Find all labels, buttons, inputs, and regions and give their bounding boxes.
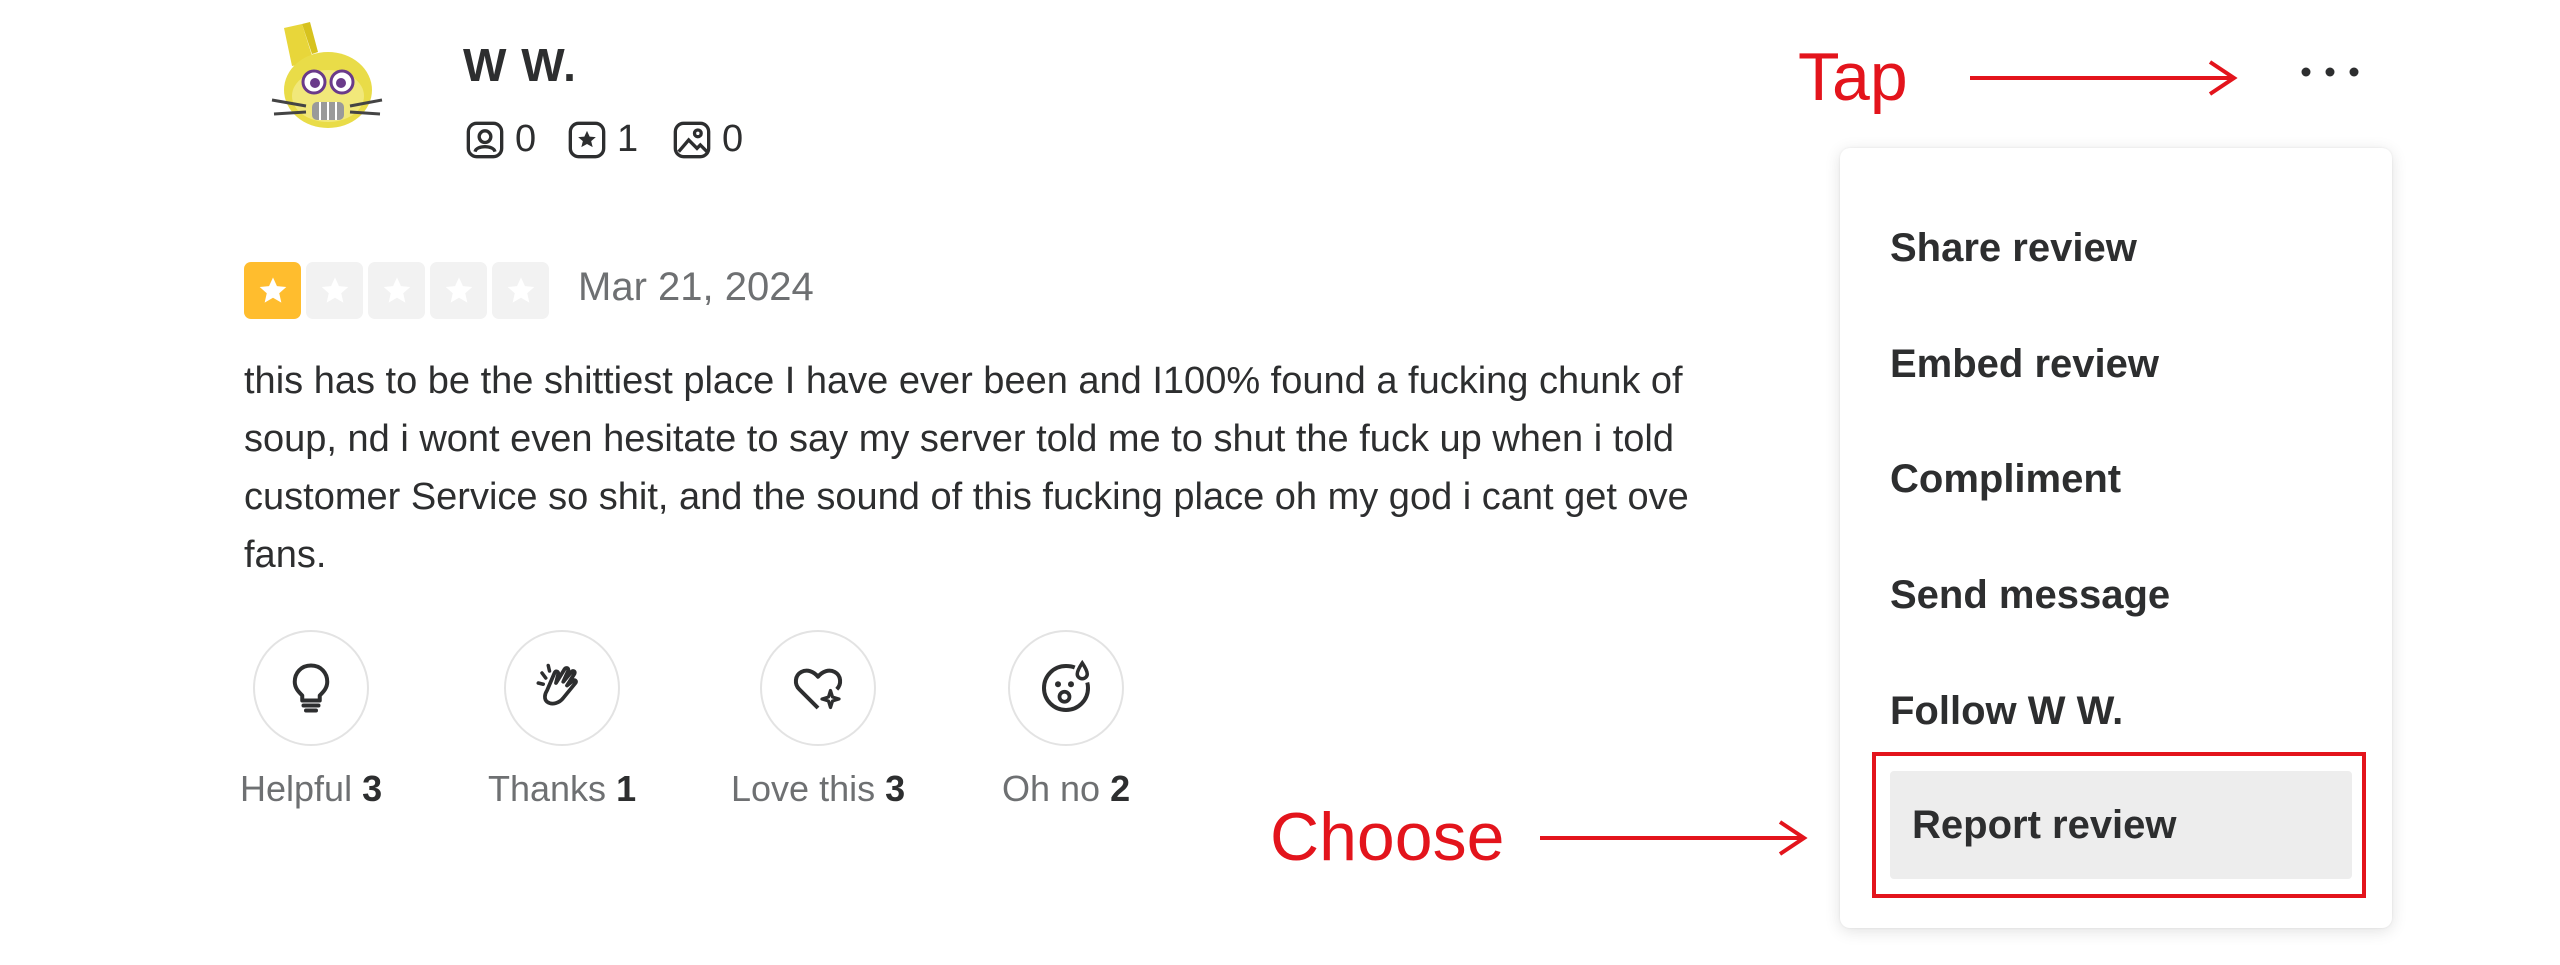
cartoon-avatar-icon: [271, 22, 383, 128]
photos-count: 0: [672, 118, 743, 161]
review-text-line: soup, nd i wont even hesitate to say my …: [244, 418, 1674, 460]
clapping-hands-icon: [536, 663, 578, 706]
reaction-helpful-count: 3: [362, 768, 383, 809]
reaction-oh-no-text: Oh no: [1002, 768, 1101, 809]
reaction-thanks-label: Thanks 1: [488, 768, 636, 810]
annotation-choose-label: Choose: [1270, 799, 1505, 875]
star-filled: [244, 262, 301, 319]
star-rating: [244, 262, 549, 319]
reaction-love-this-count: 3: [885, 768, 906, 809]
reaction-oh-no[interactable]: Oh no 2: [1002, 630, 1130, 810]
photos-count-value: 0: [722, 118, 744, 160]
reaction-love-this-text: Love this: [731, 768, 876, 809]
reaction-oh-no-button[interactable]: [1008, 630, 1125, 746]
star-icon: [259, 277, 286, 303]
annotation-choose-arrow-icon: [1540, 820, 1808, 856]
avatar[interactable]: [262, 22, 392, 152]
reaction-helpful[interactable]: Helpful 3: [240, 630, 382, 810]
star-empty: [492, 262, 549, 319]
reaction-helpful-button[interactable]: [253, 630, 370, 746]
review-date: Mar 21, 2024: [578, 265, 814, 309]
menu-item-embed-review[interactable]: Embed review: [1890, 342, 2159, 387]
star-empty: [306, 262, 363, 319]
reaction-thanks-button[interactable]: [504, 630, 621, 746]
star-icon: [383, 277, 410, 303]
reaction-love-this-label: Love this 3: [731, 768, 905, 810]
star-empty: [368, 262, 425, 319]
star-icon: [445, 277, 472, 303]
reaction-oh-no-label: Oh no 2: [1002, 768, 1130, 810]
menu-item-share-review[interactable]: Share review: [1890, 226, 2137, 271]
review-text: this has to be the shittiest place I hav…: [244, 352, 1844, 584]
friends-count-value: 0: [515, 118, 537, 160]
photo-icon: [673, 121, 711, 158]
review-text-line: fans.: [244, 534, 327, 576]
review-screen: W W. 0 1 0 Mar 21, 2024 this has to be t…: [0, 0, 2560, 965]
star-empty: [430, 262, 487, 319]
reviewer-name[interactable]: W W.: [463, 38, 577, 92]
heart-sparkle-icon: [794, 668, 843, 710]
reaction-love-this-button[interactable]: [760, 630, 877, 746]
ellipsis-icon: [2301, 67, 2359, 77]
annotation-highlight-box: [1872, 752, 2366, 898]
reaction-helpful-label: Helpful 3: [240, 768, 382, 810]
reaction-oh-no-count: 2: [1110, 768, 1131, 809]
friends-count: 0: [465, 118, 536, 161]
reaction-thanks-text: Thanks: [488, 768, 607, 809]
surprised-face-icon: [1042, 659, 1091, 713]
review-text-line: customer Service so shit, and the sound …: [244, 476, 1689, 518]
friends-icon: [466, 121, 504, 158]
lightbulb-icon: [292, 663, 330, 713]
annotation-tap-arrow-icon: [1970, 60, 2238, 96]
menu-item-compliment[interactable]: Compliment: [1890, 457, 2121, 502]
menu-item-send-message[interactable]: Send message: [1890, 573, 2170, 618]
review-text-line: this has to be the shittiest place I hav…: [244, 360, 1683, 402]
star-icon: [321, 277, 348, 303]
star-icon: [507, 277, 534, 303]
reaction-thanks-count: 1: [616, 768, 637, 809]
menu-item-follow[interactable]: Follow W W.: [1890, 689, 2123, 734]
reviews-count-value: 1: [617, 118, 639, 160]
reviews-count: 1: [567, 118, 638, 161]
more-options-button[interactable]: [2290, 50, 2370, 94]
review-star-icon: [568, 121, 606, 158]
reaction-thanks[interactable]: Thanks 1: [488, 630, 636, 810]
annotation-tap-label: Tap: [1798, 39, 1908, 115]
reaction-love-this[interactable]: Love this 3: [731, 630, 905, 810]
reaction-helpful-text: Helpful: [240, 768, 353, 809]
